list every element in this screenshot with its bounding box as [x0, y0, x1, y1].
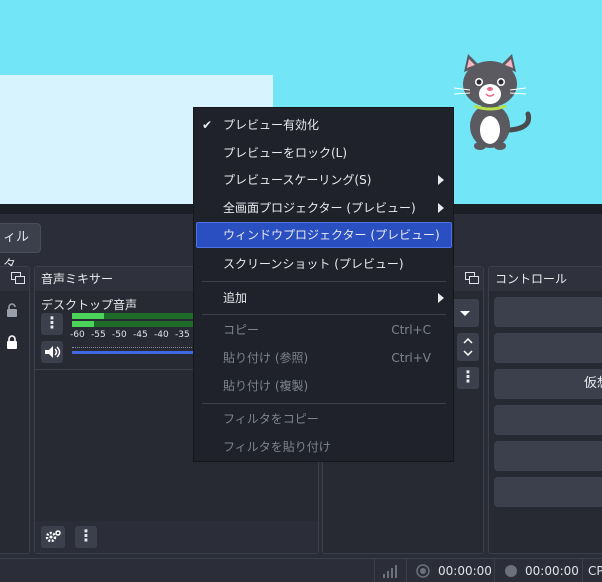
- menu-item-label: フィルタをコピー: [223, 412, 319, 426]
- cat-character-icon: [453, 54, 532, 150]
- menu-separator: [202, 314, 446, 315]
- mixer-footer: ⋮: [35, 521, 318, 553]
- menu-item-screenshot[interactable]: スクリーンショット (プレビュー): [196, 251, 452, 277]
- chevron-down-icon: [460, 311, 470, 316]
- undock-icon[interactable]: [11, 272, 25, 284]
- menu-item-label: ウィンドウプロジェクター (プレビュー): [223, 228, 440, 242]
- checkmark-icon: ✔: [202, 118, 213, 132]
- scene-dock-title: [0, 267, 29, 291]
- preview-context-menu: ✔ プレビュー有効化 プレビューをロック(L) プレビュースケーリング(S) 全…: [193, 107, 454, 462]
- divider: [374, 559, 375, 582]
- divider: [494, 559, 495, 582]
- menu-item-label: 貼り付け (複製): [223, 379, 309, 393]
- menu-item-label: プレビュースケーリング(S): [223, 173, 372, 187]
- divider: [406, 559, 407, 582]
- transition-dropdown[interactable]: [451, 299, 479, 327]
- speaker-icon: [45, 346, 61, 358]
- submenu-arrow-icon: [438, 175, 444, 185]
- unlocked-icon[interactable]: [5, 303, 19, 317]
- menu-item-add[interactable]: 追加: [196, 285, 452, 311]
- transition-more-button[interactable]: ⋮: [457, 367, 479, 389]
- menu-item-label: 全画面プロジェクター (プレビュー): [223, 201, 416, 215]
- control-button[interactable]: [494, 297, 602, 327]
- submenu-arrow-icon: [438, 293, 444, 303]
- meter-tick: -60: [70, 330, 85, 340]
- menu-item-windowed-projector[interactable]: ウィンドウプロジェクター (プレビュー): [196, 222, 452, 248]
- submenu-arrow-icon: [438, 203, 444, 213]
- meter-tick: -35: [175, 330, 190, 340]
- divider: [582, 559, 583, 582]
- meter-tick: -55: [91, 330, 106, 340]
- gear-icon: [45, 530, 61, 543]
- menu-item-label: 貼り付け (参照): [223, 351, 309, 365]
- menu-item-preview-scaling[interactable]: プレビュースケーリング(S): [196, 167, 452, 193]
- shortcut-label: Ctrl+C: [391, 323, 431, 337]
- signal-bars-icon: [383, 565, 397, 578]
- desktop-audio-label: デスクトップ音声: [41, 298, 138, 312]
- menu-item-paste-reference[interactable]: 貼り付け (参照) Ctrl+V: [196, 345, 452, 371]
- spin-arrows-icon: [463, 337, 473, 357]
- menu-item-label: プレビュー有効化: [223, 118, 320, 132]
- menu-item-lock-preview[interactable]: プレビューをロック(L): [196, 140, 452, 166]
- control-button[interactable]: [494, 441, 602, 471]
- menu-item-paste-duplicate[interactable]: 貼り付け (複製): [196, 373, 452, 399]
- status-bar: 00:00:00 00:00:00 CP: [0, 558, 602, 582]
- menu-separator: [202, 281, 446, 282]
- menu-separator: [202, 403, 446, 404]
- control-button[interactable]: [494, 333, 602, 363]
- mute-button[interactable]: [41, 341, 63, 363]
- scene-dock: [0, 266, 30, 554]
- meter-tick: -50: [112, 330, 127, 340]
- stream-time: 00:00:00: [438, 564, 492, 578]
- stream-status-icon: [416, 564, 430, 578]
- lock-icon[interactable]: [5, 335, 19, 349]
- menu-item-label: スクリーンショット (プレビュー): [223, 257, 404, 271]
- control-button[interactable]: [494, 477, 602, 507]
- duration-spinbox[interactable]: [457, 333, 479, 361]
- meter-tick: -45: [133, 330, 148, 340]
- menu-item-enable-preview[interactable]: ✔ プレビュー有効化: [196, 112, 452, 138]
- obs-window: ィルタ 音声ミキサー デスクトップ音声 ⋮ -60 -55 -50 -45 -4…: [0, 0, 602, 582]
- control-button[interactable]: [494, 405, 602, 435]
- mixer-more-button[interactable]: ⋮: [41, 313, 63, 335]
- menu-item-copy[interactable]: コピー Ctrl+C: [196, 317, 452, 343]
- record-status-icon: [505, 565, 517, 577]
- menu-item-fullscreen-projector[interactable]: 全画面プロジェクター (プレビュー): [196, 195, 452, 221]
- controls-dock: コントロール 仮想: [488, 266, 602, 554]
- mixer-menu-button[interactable]: ⋮: [75, 526, 97, 548]
- filters-button[interactable]: ィルタ: [0, 223, 41, 273]
- mixer-settings-button[interactable]: [41, 526, 65, 548]
- meter-tick: -40: [154, 330, 169, 340]
- menu-item-label: コピー: [223, 323, 260, 337]
- shortcut-label: Ctrl+V: [391, 351, 431, 365]
- record-time: 00:00:00: [525, 564, 579, 578]
- undock-icon[interactable]: [465, 272, 479, 284]
- menu-item-copy-filters[interactable]: フィルタをコピー: [196, 406, 452, 432]
- menu-item-label: 追加: [223, 291, 248, 305]
- cpu-usage: CP: [588, 564, 602, 578]
- virtual-camera-button[interactable]: 仮想: [494, 369, 602, 399]
- menu-item-label: フィルタを貼り付け: [223, 440, 331, 454]
- menu-item-label: プレビューをロック(L): [223, 146, 348, 160]
- menu-item-paste-filters[interactable]: フィルタを貼り付け: [196, 434, 452, 460]
- controls-title: コントロール: [489, 267, 602, 291]
